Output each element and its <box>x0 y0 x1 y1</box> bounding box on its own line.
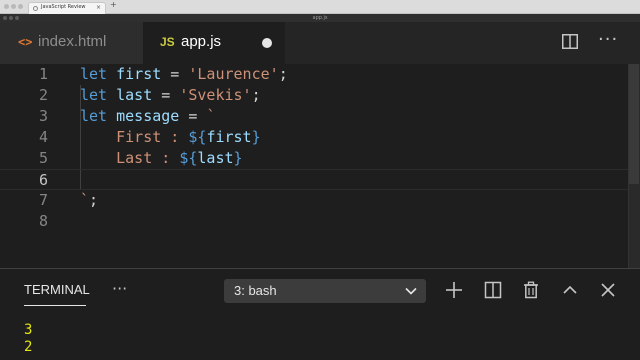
code-token: message <box>116 107 180 125</box>
line-number: 8 <box>38 212 48 230</box>
tab-label: app.js <box>181 33 222 50</box>
code-token: ${ <box>179 149 198 167</box>
unsaved-changes-icon[interactable] <box>262 38 272 48</box>
code-token: = <box>179 107 207 125</box>
terminal-select[interactable]: 3: bash <box>224 279 426 303</box>
line-number: 4 <box>38 128 48 146</box>
split-terminal-icon[interactable] <box>484 281 502 299</box>
close-panel-icon[interactable] <box>599 281 617 299</box>
code-token: ; <box>278 65 288 83</box>
terminal-output[interactable]: 3 2 <box>24 322 32 356</box>
code-token: Last : <box>80 149 180 167</box>
code-token: ` <box>206 107 216 125</box>
code-line[interactable]: 5 Last : ${last} <box>0 148 628 169</box>
browser-tab-strip: JavaScript Review × + <box>0 0 640 14</box>
close-tab-icon[interactable]: × <box>96 4 101 11</box>
code-token: first <box>116 65 162 83</box>
html-file-icon: <> <box>18 35 33 49</box>
scrollbar-thumb[interactable] <box>629 64 639 184</box>
editor-tab-bar: <> index.html JS app.js <box>0 22 640 64</box>
minimize-window-button[interactable] <box>11 4 16 9</box>
code-text: let message = ` <box>80 106 215 127</box>
code-editor[interactable]: 1 let first = 'Laurence'; 2 let last = 'Sve… <box>0 64 640 268</box>
code-line[interactable]: 6 <box>0 169 628 190</box>
code-line[interactable]: 1 let first = 'Laurence'; <box>0 64 628 85</box>
app-title-bar: app.js <box>0 14 640 22</box>
js-file-icon: JS <box>160 35 175 49</box>
code-token: let <box>80 86 117 104</box>
code-token: first <box>206 128 252 146</box>
code-text: First : ${first} <box>80 127 261 148</box>
code-token: last <box>197 149 234 167</box>
window-title: app.js <box>312 15 328 21</box>
code-text: let first = 'Laurence'; <box>80 64 288 85</box>
code-line[interactable]: 8 <box>0 211 628 232</box>
new-tab-button[interactable]: + <box>110 0 117 9</box>
terminal-panel: TERMINAL ··· 3: bash 3 2 <box>0 268 640 360</box>
terminal-select-value: 3: bash <box>234 283 277 298</box>
code-token: ; <box>251 86 261 104</box>
code-text: let last = 'Svekis'; <box>80 85 261 106</box>
line-number: 1 <box>38 65 48 83</box>
code-line[interactable]: 7 `; <box>0 190 628 211</box>
line-number: 2 <box>38 86 48 104</box>
code-line[interactable]: 4 First : ${first} <box>0 127 628 148</box>
line-number: 6 <box>38 171 48 189</box>
code-token: ` <box>80 191 90 209</box>
code-token: = <box>161 65 189 83</box>
split-editor-icon[interactable] <box>562 34 578 49</box>
maximize-panel-icon[interactable] <box>561 281 579 299</box>
tab-terminal[interactable]: TERMINAL <box>24 282 90 297</box>
code-token: 'Laurence' <box>188 65 279 83</box>
code-token: = <box>152 86 180 104</box>
code-token: ${ <box>188 128 207 146</box>
code-token: } <box>233 149 243 167</box>
tab-index-html[interactable]: <> index.html <box>0 22 143 64</box>
code-token: } <box>251 128 261 146</box>
chevron-down-icon <box>405 287 417 295</box>
code-line[interactable]: 2 let last = 'Svekis'; <box>0 85 628 106</box>
close-window-button[interactable] <box>4 4 9 9</box>
maximize-window-button[interactable] <box>18 4 23 9</box>
browser-tab-title: JavaScript Review <box>41 4 86 10</box>
vertical-scrollbar[interactable] <box>628 64 640 268</box>
code-token: let <box>80 107 117 125</box>
code-text: `; <box>80 190 98 211</box>
line-number: 5 <box>38 149 48 167</box>
tab-app-js[interactable]: JS app.js <box>143 22 285 64</box>
code-token: last <box>116 86 153 104</box>
more-actions-icon[interactable]: ··· <box>598 30 618 50</box>
line-number: 7 <box>38 191 48 209</box>
code-token: First : <box>80 128 189 146</box>
active-tab-indicator <box>24 305 86 306</box>
code-line[interactable]: 3 let message = ` <box>0 106 628 127</box>
tab-label: index.html <box>38 33 107 50</box>
code-text: Last : ${last} <box>80 148 243 169</box>
new-terminal-icon[interactable] <box>445 281 463 299</box>
line-number: 3 <box>38 107 48 125</box>
globe-icon <box>33 6 38 11</box>
code-token: ; <box>89 191 99 209</box>
code-token: 'Svekis' <box>179 86 252 104</box>
panel-more-icon[interactable]: ··· <box>112 279 127 298</box>
browser-tab[interactable]: JavaScript Review × <box>28 2 106 14</box>
code-token: let <box>80 65 117 83</box>
trash-icon[interactable] <box>522 281 540 299</box>
